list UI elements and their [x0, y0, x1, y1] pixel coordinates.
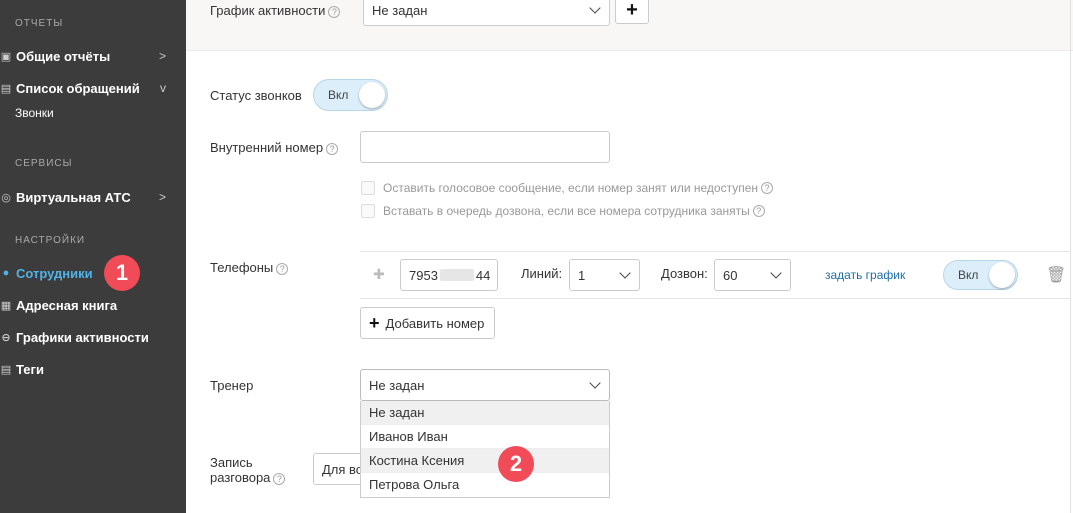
dial-label: Дозвон:: [661, 266, 708, 281]
phone-toggle[interactable]: Вкл: [943, 260, 1018, 290]
add-number-button[interactable]: + Добавить номер: [360, 307, 496, 339]
add-schedule-button[interactable]: +: [615, 0, 649, 24]
book-icon: ▦: [0, 299, 12, 312]
dial-select[interactable]: 60: [714, 259, 791, 291]
phone-number-input[interactable]: 7953 44: [400, 259, 498, 291]
phones-label: Телефоны?: [210, 260, 289, 275]
trainer-option[interactable]: Не задан: [361, 401, 609, 425]
sidebar-item-label: Сотрудники: [16, 265, 93, 281]
plus-icon: +: [369, 312, 380, 333]
help-icon[interactable]: ?: [752, 205, 765, 217]
trainer-dropdown: Не задан Иванов Иван Костина Ксения Петр…: [360, 401, 610, 498]
tag-icon: ▤: [0, 363, 12, 376]
list-icon: ▤: [0, 82, 12, 95]
sidebar-item-label: Графики активности: [16, 329, 149, 345]
chevron-right-icon: >: [158, 190, 166, 204]
sidebar-item-tags[interactable]: ▤ Теги: [0, 357, 186, 381]
trash-icon[interactable]: 🗑: [1046, 265, 1066, 285]
trainer-option[interactable]: Костина Ксения: [361, 449, 609, 473]
call-status-toggle[interactable]: Вкл: [313, 79, 388, 111]
sidebar: ОТЧЕТЫ ▣ Общие отчёты > ▤ Список обращен…: [0, 0, 186, 513]
chevron-down-icon: [619, 267, 631, 279]
set-schedule-link[interactable]: задать график: [825, 268, 905, 282]
checkbox[interactable]: [361, 181, 375, 195]
trainer-option[interactable]: Иванов Иван: [361, 425, 609, 449]
sidebar-item-general-reports[interactable]: ▣ Общие отчёты >: [0, 44, 186, 68]
step-badge-1: 1: [104, 255, 140, 291]
sidebar-item-label: Адресная книга: [16, 297, 118, 313]
activity-schedule-label: График активности?: [210, 3, 341, 18]
toggle-knob: [359, 82, 385, 108]
sidebar-item-label: Список обращений: [16, 80, 140, 96]
checkbox[interactable]: [361, 204, 375, 218]
panel-border: [1070, 0, 1071, 513]
report-icon: ▣: [0, 50, 12, 63]
sidebar-item-label: Общие отчёты: [16, 48, 111, 64]
sidebar-item-label: Теги: [16, 361, 44, 377]
chevron-down-icon: [589, 377, 601, 389]
lines-label: Линий:: [521, 266, 563, 281]
sidebar-item-activity-schedules[interactable]: ⊖ Графики активности: [0, 325, 186, 349]
trainer-option[interactable]: Петрова Ольга: [361, 473, 609, 497]
chevron-down-icon: [770, 267, 782, 279]
redacted-digits: [439, 269, 474, 281]
queue-checkbox[interactable]: Вставать в очередь дозвона, если все ном…: [361, 204, 765, 218]
recording-label: Запись разговора?: [210, 455, 286, 485]
internal-number-input[interactable]: [360, 131, 610, 163]
section-reports: ОТЧЕТЫ: [15, 18, 64, 29]
chevron-right-icon: >: [158, 49, 166, 63]
sidebar-item-label: Виртуальная АТС: [16, 189, 131, 205]
activity-schedule-select[interactable]: Не задан: [363, 0, 610, 26]
sidebar-item-address-book[interactable]: ▦ Адресная книга: [0, 293, 186, 317]
clock-icon: ⊖: [1, 331, 11, 344]
chevron-down-icon: v: [160, 81, 166, 95]
call-status-label: Статус звонков: [210, 88, 302, 103]
help-icon[interactable]: ?: [328, 5, 341, 18]
drag-handle-icon[interactable]: ✚: [373, 266, 385, 283]
trainer-label: Тренер: [210, 378, 254, 393]
step-badge-2: 2: [498, 446, 534, 482]
phone-row: ✚ 7953 44 Линий: 1 Дозвон: 60 задать граф…: [360, 251, 1070, 299]
lines-select[interactable]: 1: [569, 259, 640, 291]
trainer-select[interactable]: Не задан: [360, 369, 610, 401]
sidebar-item-virtual-pbx[interactable]: ◎ Виртуальная АТС >: [0, 185, 186, 209]
internal-number-label: Внутренний номер?: [210, 140, 339, 155]
chevron-down-icon: [589, 2, 601, 14]
section-services: СЕРВИСЫ: [15, 158, 73, 169]
help-icon[interactable]: ?: [761, 182, 773, 194]
help-icon[interactable]: ?: [273, 472, 286, 485]
user-icon: ●: [2, 267, 10, 279]
sidebar-subitem-calls[interactable]: Звонки: [15, 106, 54, 120]
signal-icon: ◎: [1, 191, 11, 204]
section-settings: НАСТРОЙКИ: [15, 235, 86, 246]
help-icon[interactable]: ?: [326, 142, 339, 155]
sidebar-item-employees[interactable]: ● Сотрудники: [0, 261, 186, 285]
help-icon[interactable]: ?: [276, 262, 289, 275]
sidebar-item-requests-list[interactable]: ▤ Список обращений v: [0, 76, 186, 100]
toggle-knob: [989, 262, 1015, 288]
voicemail-checkbox[interactable]: Оставить голосовое сообщение, если номер…: [361, 181, 773, 195]
